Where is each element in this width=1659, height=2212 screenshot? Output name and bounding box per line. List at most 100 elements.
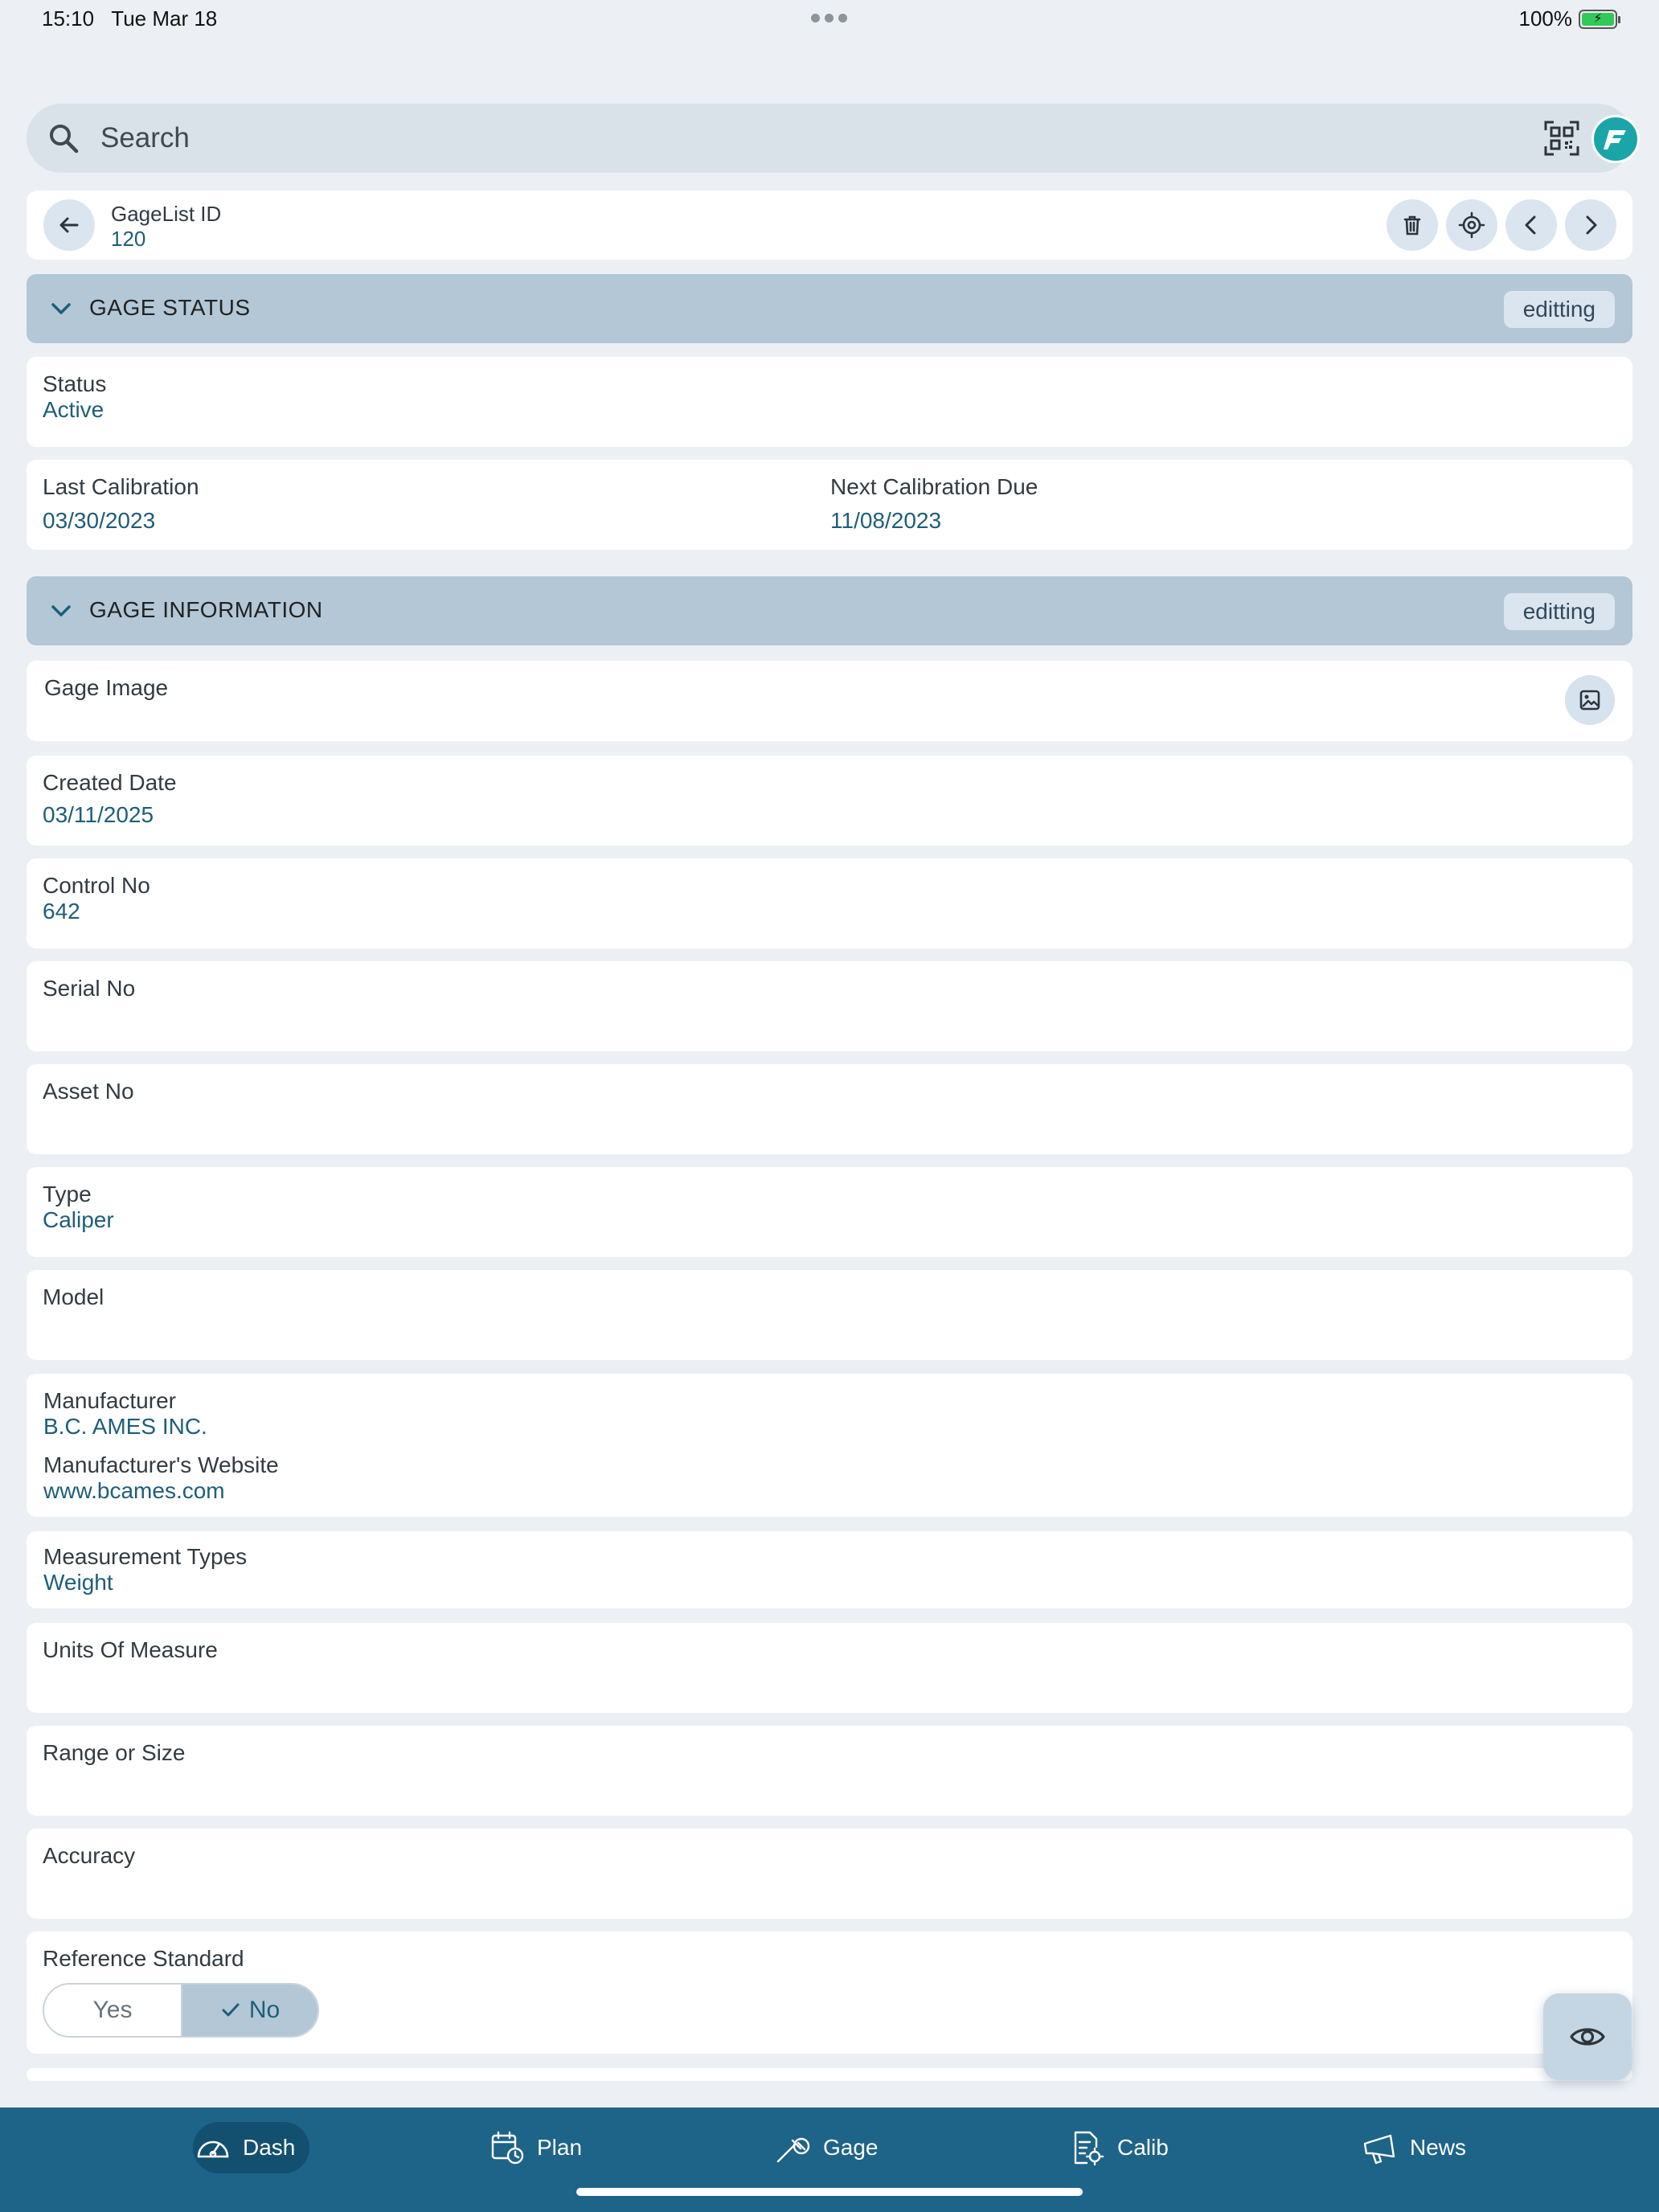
- serial-no-label: Serial No: [43, 976, 136, 1001]
- manufacturer-website-link[interactable]: www.bcames.com: [43, 1478, 225, 1504]
- created-date-card[interactable]: Created Date 03/11/2025: [27, 756, 1632, 846]
- serial-no-card[interactable]: Serial No: [27, 961, 1632, 1051]
- calibration-dates-card: Last Calibration 03/30/2023 Next Calibra…: [27, 460, 1632, 550]
- nav-label-news: News: [1410, 2135, 1467, 2160]
- search-bar: [27, 104, 1640, 173]
- trash-icon: [1403, 215, 1421, 236]
- crosshair-icon: [1458, 211, 1485, 239]
- units-of-measure-card[interactable]: Units Of Measure: [27, 1623, 1632, 1713]
- control-no-label: Control No: [43, 873, 150, 898]
- reference-standard-card: Reference Standard Yes No: [27, 1931, 1632, 2054]
- battery-percent: 100%: [1518, 6, 1573, 31]
- chevron-right-icon: [1586, 215, 1597, 235]
- multitasking-dots-icon[interactable]: [811, 14, 847, 23]
- logo-mark-icon: [1604, 130, 1626, 150]
- measurement-types-value: Weight: [43, 1570, 113, 1595]
- chevron-down-icon: [51, 303, 71, 314]
- nav-label-gage: Gage: [823, 2135, 879, 2160]
- type-card[interactable]: Type Caliper: [27, 1167, 1632, 1257]
- battery-icon: ⚡: [1579, 9, 1620, 29]
- section-gage-status[interactable]: GAGE STATUS editting: [27, 274, 1632, 343]
- control-no-value: 642: [43, 899, 80, 924]
- eye-icon: [1570, 2028, 1605, 2046]
- reference-standard-label: Reference Standard: [43, 1946, 244, 1971]
- next-calibration-value[interactable]: 11/08/2023: [830, 508, 941, 534]
- manufacturer-value: B.C. AMES INC.: [43, 1414, 207, 1439]
- locate-button[interactable]: [1446, 199, 1497, 251]
- status-value: Active: [43, 397, 104, 422]
- bottom-nav: Dash Plan Gage Calib News: [0, 2108, 1659, 2212]
- created-date-label: Created Date: [43, 770, 177, 795]
- accuracy-card[interactable]: Accuracy: [27, 1829, 1632, 1919]
- home-indicator[interactable]: [576, 2188, 1083, 2196]
- nav-label-plan: Plan: [537, 2135, 583, 2160]
- asset-no-label: Asset No: [43, 1079, 134, 1104]
- nav-item-gage[interactable]: Gage: [773, 2122, 893, 2173]
- chevron-left-icon: [1525, 215, 1536, 235]
- range-or-size-card[interactable]: Range or Size: [27, 1726, 1632, 1816]
- last-calibration-label: Last Calibration: [43, 474, 199, 499]
- asset-no-card[interactable]: Asset No: [27, 1064, 1632, 1154]
- units-of-measure-label: Units Of Measure: [43, 1637, 218, 1662]
- nav-item-plan[interactable]: Plan: [487, 2122, 596, 2173]
- record-id-value: 120: [111, 227, 146, 251]
- model-label: Model: [43, 1284, 104, 1309]
- manufacturer-card[interactable]: Manufacturer B.C. AMES INC. Manufacturer…: [27, 1374, 1632, 1517]
- status-bar: 15:10 Tue Mar 18 100% ⚡: [0, 0, 1659, 40]
- record-id-label: GageList ID: [111, 202, 222, 226]
- speedometer-icon: [195, 2129, 231, 2166]
- status-date: Tue Mar 18: [111, 6, 218, 31]
- type-value: Caliper: [43, 1207, 114, 1232]
- arrow-left-icon: [59, 217, 79, 233]
- manufacturer-label: Manufacturer: [43, 1388, 176, 1413]
- qr-scan-icon[interactable]: [1544, 121, 1579, 156]
- reference-standard-toggle: Yes No: [43, 1983, 319, 2038]
- editing-badge: editting: [1503, 593, 1615, 630]
- status-label: Status: [43, 371, 107, 396]
- nav-item-dash[interactable]: Dash: [193, 2122, 310, 2173]
- preview-button[interactable]: [1543, 1993, 1632, 2080]
- control-no-card[interactable]: Control No 642: [27, 858, 1632, 948]
- document-gear-icon: [1069, 2129, 1106, 2166]
- nav-label-dash: Dash: [243, 2135, 296, 2160]
- measurement-types-card[interactable]: Measurement Types Weight: [27, 1531, 1632, 1608]
- checkmark-icon: [222, 2003, 240, 2017]
- accuracy-label: Accuracy: [43, 1843, 136, 1868]
- previous-record-button[interactable]: [1505, 199, 1557, 251]
- toggle-no-label: No: [248, 1997, 281, 2023]
- calendar-clock-icon: [489, 2129, 526, 2166]
- megaphone-icon: [1362, 2129, 1399, 2166]
- back-button[interactable]: [43, 199, 95, 251]
- image-icon: [1579, 690, 1600, 711]
- measurement-types-label: Measurement Types: [43, 1544, 248, 1569]
- section-gage-information[interactable]: GAGE INFORMATION editting: [27, 576, 1632, 645]
- nav-label-calib: Calib: [1117, 2135, 1169, 2160]
- created-date-value: 03/11/2025: [43, 802, 154, 827]
- section-title: GAGE INFORMATION: [89, 597, 323, 622]
- search-icon: [50, 125, 79, 154]
- toggle-yes[interactable]: Yes: [44, 1985, 181, 2036]
- nav-item-news[interactable]: News: [1360, 2122, 1481, 2173]
- range-or-size-label: Range or Size: [43, 1740, 186, 1765]
- gage-image-label: Gage Image: [44, 675, 169, 700]
- toggle-yes-label: Yes: [92, 1997, 133, 2023]
- editing-badge: editting: [1503, 291, 1615, 328]
- status-time: 15:10 Tue Mar 18: [42, 6, 217, 31]
- gage-image-card: Gage Image: [27, 661, 1632, 741]
- app-logo[interactable]: [1591, 115, 1640, 163]
- chevron-down-icon: [51, 605, 71, 616]
- toggle-no[interactable]: No: [181, 1985, 317, 2036]
- status-card[interactable]: Status Active: [27, 357, 1632, 447]
- add-image-button[interactable]: [1565, 675, 1615, 725]
- search-input[interactable]: [100, 118, 1451, 158]
- next-card-partial: [27, 2068, 1632, 2081]
- next-record-button[interactable]: [1565, 199, 1616, 251]
- record-header: GageList ID 120: [27, 190, 1632, 260]
- model-card[interactable]: Model: [27, 1270, 1632, 1360]
- nav-item-calib[interactable]: Calib: [1067, 2122, 1183, 2173]
- status-clock: 15:10: [42, 6, 95, 31]
- section-title: GAGE STATUS: [89, 295, 251, 320]
- delete-button[interactable]: [1387, 199, 1438, 251]
- last-calibration-value[interactable]: 03/30/2023: [43, 508, 155, 534]
- next-calibration-label: Next Calibration Due: [830, 474, 1038, 499]
